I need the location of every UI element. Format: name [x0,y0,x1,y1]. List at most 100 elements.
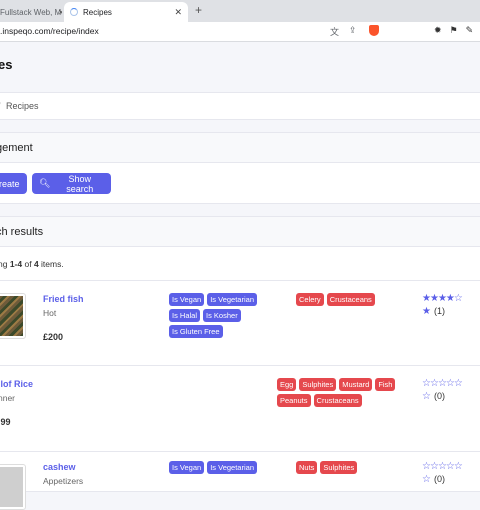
allergen-tag: Egg [277,378,297,391]
rating: ☆☆☆☆☆ ☆ (0) [422,378,480,402]
breadcrumb: / Recipes [0,92,480,120]
results-summary: ng 1-4 of 4 items. [0,259,64,269]
allergen-tags: Celery Crustaceans [296,293,396,306]
diet-tag: Is Halal [169,309,201,322]
summary-prefix: ng [0,259,8,269]
diet-tag: Is Gluten Free [169,325,223,338]
loading-spinner-icon [70,8,78,16]
allergen-tag: Mustard [339,378,373,391]
allergen-tags: Egg Sulphites Mustard Fish Peanuts Crustacean… [277,378,402,407]
rating-votes: ★ (1) [422,306,480,317]
url-field[interactable]: .inspeqo.com/recipe/index [0,26,99,36]
recipe-name-link[interactable]: Fried fish [43,294,84,304]
diet-tags: Is Vegan Is Vegetarian [169,461,269,474]
extension-flag-icon[interactable]: ⚑ [450,25,458,36]
summary-range: 1-4 [9,259,23,269]
recipe-thumbnail[interactable] [0,293,26,339]
rating: ☆☆☆☆☆ ☆ (0) [422,461,480,485]
allergen-tags: Nuts Sulphites [296,461,396,474]
star-outline-icon[interactable]: ☆ [446,461,455,472]
star-filled-icon[interactable]: ★ [430,293,439,304]
vote-count: (0) [433,474,445,484]
close-tab-icon[interactable]: ✕ [174,7,182,18]
star-filled-icon[interactable]: ★ [422,293,431,304]
star-icon: ★ [422,306,431,317]
table-row[interactable]: cashew Appetizers Is Vegan Is Vegetarian … [0,452,480,510]
allergen-tag: Celery [296,293,324,306]
star-outline-icon[interactable]: ☆ [454,378,463,389]
diet-tag: Is Vegetarian [207,293,257,306]
search-icon: 🔍︎ [39,178,51,188]
rating-stars[interactable]: ★★★★☆ [422,293,480,305]
diet-tag: Is Vegetarian [207,461,257,474]
diet-tag: Is Vegan [169,293,205,306]
results-title: ch results [0,226,44,238]
vote-count: (0) [433,391,445,401]
breadcrumb-current: Recipes [6,101,39,111]
results-card-header: ch results [0,217,480,247]
star-outline-icon[interactable]: ☆ [438,378,447,389]
star-outline-icon[interactable]: ☆ [446,378,455,389]
browser-tab-bar: Fullstack Web, Mo ✕ Recipes ✕ + [0,0,480,22]
show-search-button[interactable]: 🔍︎ Show search [32,173,111,194]
allergen-tag: Nuts [296,461,318,474]
allergen-tag: Crustaceans [326,293,375,306]
diet-tag: Is Vegan [169,461,205,474]
allergen-tag: Fish [375,378,396,391]
recipe-thumbnail[interactable] [0,464,26,510]
table-row[interactable]: Fried fish Hot £200 Is Vegan Is Vegetaria… [0,280,480,366]
rating: ★★★★☆ ★ (1) [422,293,480,317]
star-outline-icon[interactable]: ☆ [430,378,439,389]
translate-icon[interactable]: 文 [330,25,339,38]
diet-tags: Is Vegan Is Vegetarian Is Halal Is Kosher Is… [169,293,269,338]
star-outline-icon: ☆ [422,391,431,402]
allergen-tag: Crustaceans [313,394,362,407]
browser-tab-recipes[interactable]: Recipes ✕ [64,2,188,22]
allergen-tag: Sulphites [320,461,358,474]
allergen-tag: Sulphites [299,378,337,391]
extension-icons: ✹ ⚑ ✎ [434,25,473,36]
star-filled-icon[interactable]: ★ [446,293,455,304]
star-outline-icon[interactable]: ☆ [438,461,447,472]
recipe-category: Appetizers [43,476,84,486]
new-tab-icon[interactable]: + [195,3,202,17]
breadcrumb-separator: / [0,101,1,111]
show-search-label: Show search [66,173,94,194]
rating-stars[interactable]: ☆☆☆☆☆ [422,378,480,390]
vote-count: (1) [433,306,445,316]
close-tab-icon[interactable]: ✕ [58,8,62,17]
tab-label: Recipes [83,7,112,17]
star-outline-icon[interactable]: ☆ [454,461,463,472]
recipe-category: nner [0,393,16,403]
recipe-price: .99 [0,417,11,427]
star-outline-icon[interactable]: ☆ [430,461,439,472]
summary-suffix: items. [38,259,64,269]
summary-of: of [22,259,34,269]
create-button[interactable]: reate [0,173,27,194]
star-filled-icon[interactable]: ★ [438,293,447,304]
diet-tag: Is Kosher [203,309,241,322]
recipe-name-link[interactable]: llof Rice [0,379,33,389]
create-label: reate [0,178,20,189]
share-icon[interactable]: ⇪ [349,25,357,38]
management-title: gement [0,142,33,154]
tab-label: Fullstack Web, Mo [0,7,62,17]
page-header: es [0,42,480,92]
extension-gear-icon[interactable]: ✹ [434,25,442,36]
recipe-name-link[interactable]: cashew [43,462,76,472]
browser-tab-fullstack[interactable]: Fullstack Web, Mo ✕ [0,2,62,22]
star-outline-icon[interactable]: ☆ [454,293,463,304]
brave-shield-icon[interactable] [368,25,379,36]
management-card: gement reate 🔍︎ Show search [0,132,480,204]
rating-stars[interactable]: ☆☆☆☆☆ [422,461,480,473]
star-outline-icon[interactable]: ☆ [422,378,431,389]
table-row[interactable]: llof Rice nner .99 EggSulphitesMustardFi… [0,366,480,452]
address-bar-actions: 文 ⇪ [330,25,379,38]
page-title: es [0,57,13,72]
allergen-tag: Peanuts [277,394,311,407]
address-bar: .inspeqo.com/recipe/index 文 ⇪ ✹ ⚑ ✎ [0,22,480,42]
recipe-category: Hot [43,308,57,318]
extension-pen-icon[interactable]: ✎ [466,25,474,36]
star-outline-icon[interactable]: ☆ [422,461,431,472]
recipe-price: £200 [43,332,64,342]
